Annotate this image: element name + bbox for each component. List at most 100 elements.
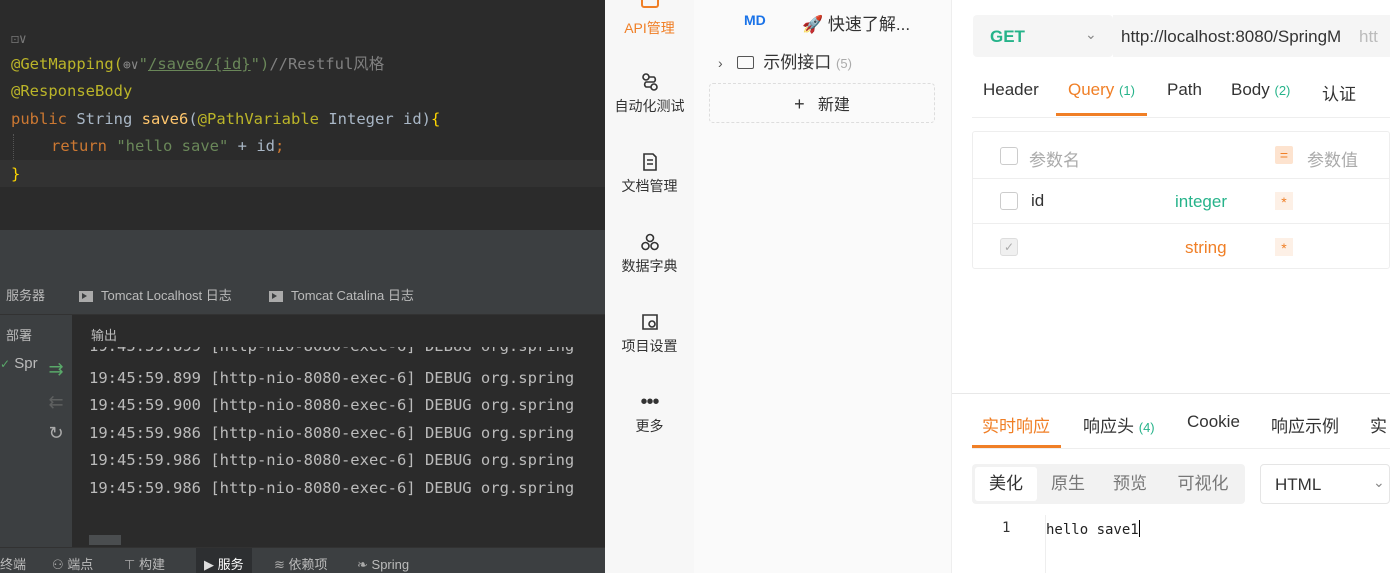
- indent-guide: [13, 134, 14, 160]
- param-checkbox[interactable]: [1000, 192, 1018, 210]
- api-tree-panel: MD 🚀 快速了解... › 示例接口 (5) + 新建: [694, 0, 952, 573]
- database-icon: [640, 233, 659, 251]
- param-row[interactable]: id integer *: [973, 179, 1390, 224]
- tool-window-bar: 终端 ⚇ 端点 ⊤ 构建 ▶ 服务 ≋ 依赖项 ❧ Spring: [0, 547, 605, 573]
- services-icon: ▶: [204, 557, 214, 572]
- query-params-table: 参数名 = 参数值 id integer * ✓ string *: [972, 131, 1390, 269]
- view-mode-switch: 美化 原生 预览 可视化: [972, 464, 1245, 504]
- view-visualize[interactable]: 可视化: [1161, 467, 1245, 501]
- current-line-highlight: [0, 160, 605, 187]
- folder-icon: [736, 56, 754, 69]
- globe-icon[interactable]: ⊕∨: [123, 58, 139, 73]
- console-output[interactable]: 19:45:59.899 [http-nio-8080-exec-6] DEBU…: [74, 347, 605, 547]
- active-tab-indicator: [1056, 113, 1147, 116]
- ide-window: ⚀∨ @GetMapping(⊕∨"/save6/{id}")//Restful…: [0, 0, 605, 573]
- tab-response-headers[interactable]: 响应头 (4): [1083, 412, 1155, 437]
- request-panel: GET ⌄ http://localhost:8080/SpringM htt …: [952, 0, 1390, 573]
- code-editor[interactable]: ⚀∨ @GetMapping(⊕∨"/save6/{id}")//Restful…: [0, 0, 605, 229]
- text-cursor: [1138, 520, 1141, 537]
- new-button[interactable]: + 新建: [709, 83, 935, 123]
- url-input[interactable]: http://localhost:8080/SpringM htt: [1113, 15, 1390, 57]
- services-tree: 部署 ✓ Spr ⇉ ⇇ ↻: [0, 315, 73, 547]
- line-number: 1: [1002, 520, 1011, 536]
- gutter-hint-icon: ⚀∨: [11, 32, 27, 47]
- tab-services[interactable]: ▶ 服务: [196, 548, 252, 573]
- document-icon: [642, 153, 657, 171]
- nav-doc-management[interactable]: 文档管理: [605, 152, 694, 196]
- tab-endpoints[interactable]: ⚇ 端点: [52, 548, 93, 573]
- nav-more[interactable]: ••• 更多: [605, 392, 694, 436]
- log-line: 19:45:59.900 [http-nio-8080-exec-6] DEBU…: [89, 396, 575, 414]
- spring-leaf-icon: ❧: [357, 557, 368, 572]
- plus-icon: +: [794, 94, 805, 114]
- api-icon: [641, 0, 659, 8]
- settings-icon: [641, 314, 658, 330]
- tab-terminal[interactable]: 终端: [0, 548, 26, 573]
- view-raw[interactable]: 原生: [1037, 467, 1099, 501]
- deploy-run-icon[interactable]: ⇉: [46, 359, 66, 379]
- tab-overflow[interactable]: 实: [1370, 412, 1387, 437]
- select-all-checkbox[interactable]: [1000, 147, 1018, 165]
- undeploy-icon[interactable]: ⇇: [46, 392, 66, 412]
- layers-icon: ≋: [274, 557, 285, 572]
- param-row[interactable]: ✓ string *: [973, 224, 1390, 269]
- tree-item-spring[interactable]: ✓ Spr: [0, 355, 38, 372]
- tree-item-quick-start[interactable]: 🚀 快速了解...: [802, 10, 910, 35]
- panel-splitter[interactable]: [0, 229, 605, 241]
- view-beautify[interactable]: 美化: [975, 467, 1037, 501]
- output-label: 输出: [91, 328, 118, 343]
- check-icon: ✓: [0, 357, 11, 371]
- flow-icon: [641, 73, 658, 91]
- log-file-icon: [269, 291, 283, 303]
- tab-header[interactable]: Header: [983, 80, 1039, 100]
- nav-data-dictionary[interactable]: 数据字典: [605, 232, 694, 276]
- apifox-sidebar: API管理 自动化测试 文档管理 数据字典 项目设置 ••• 更多: [605, 0, 694, 573]
- chevron-right-icon: ›: [718, 55, 723, 71]
- deploy-label: 部署: [6, 328, 33, 343]
- view-preview[interactable]: 预览: [1099, 467, 1161, 501]
- nav-project-settings[interactable]: 项目设置: [605, 312, 694, 356]
- tab-query[interactable]: Query (1): [1068, 80, 1135, 100]
- horizontal-scrollbar[interactable]: [89, 535, 121, 545]
- code-line-responsebody: @ResponseBody: [11, 82, 133, 100]
- tab-cookie[interactable]: Cookie: [1187, 412, 1240, 432]
- response-body[interactable]: hello save1: [1046, 520, 1141, 538]
- mapping-path-link[interactable]: /save6/{id}: [148, 55, 251, 73]
- tab-build[interactable]: ⊤ 构建: [124, 548, 165, 573]
- tab-tomcat-localhost-log[interactable]: Tomcat Localhost 日志: [79, 277, 232, 315]
- log-line: 19:45:59.899 [http-nio-8080-exec-6] DEBU…: [89, 369, 575, 387]
- method-select[interactable]: GET ⌄: [973, 15, 1113, 57]
- code-line-close-brace: }: [11, 165, 21, 183]
- tab-tomcat-catalina-log[interactable]: Tomcat Catalina 日志: [269, 277, 414, 315]
- tab-live-response[interactable]: 实时响应: [982, 412, 1050, 437]
- log-file-icon: [79, 291, 93, 303]
- tab-response-example[interactable]: 响应示例: [1271, 412, 1339, 437]
- services-tabbar: 服务器 Tomcat Localhost 日志 Tomcat Catalina …: [0, 277, 605, 315]
- log-line: 19:45:59.986 [http-nio-8080-exec-6] DEBU…: [89, 451, 575, 469]
- refresh-icon[interactable]: ↻: [46, 423, 66, 443]
- tree-folder-examples[interactable]: › 示例接口 (5): [718, 48, 852, 73]
- code-line-getmapping: @GetMapping(⊕∨"/save6/{id}")//Restful风格: [11, 55, 385, 73]
- hammer-icon: ⊤: [124, 557, 136, 572]
- nav-automation-testing[interactable]: 自动化测试: [605, 72, 694, 116]
- rocket-icon: 🚀: [802, 15, 824, 34]
- code-line-method-signature: public String save6(@PathVariable Intege…: [11, 110, 441, 128]
- log-line: 19:45:59.986 [http-nio-8080-exec-6] DEBU…: [89, 479, 575, 497]
- tab-path[interactable]: Path: [1167, 80, 1202, 100]
- services-toolbar: [0, 241, 605, 277]
- tab-body[interactable]: Body (2): [1231, 80, 1290, 100]
- tab-auth[interactable]: 认证: [1322, 80, 1356, 105]
- log-line: 19:45:59.986 [http-nio-8080-exec-6] DEBU…: [89, 424, 575, 442]
- more-dots-icon: •••: [640, 391, 659, 413]
- endpoints-icon: ⚇: [52, 557, 64, 572]
- format-select[interactable]: HTML ⌄: [1260, 464, 1390, 504]
- tab-spring[interactable]: ❧ Spring: [357, 548, 409, 573]
- chevron-down-icon: ⌄: [1085, 26, 1097, 42]
- tab-dependencies[interactable]: ≋ 依赖项: [274, 548, 328, 573]
- param-checkbox-checked[interactable]: ✓: [1000, 238, 1018, 256]
- chevron-down-icon: ⌄: [1373, 474, 1385, 490]
- md-badge: MD: [744, 12, 766, 28]
- code-line-return: return "hello save" + id;: [51, 137, 285, 155]
- log-line: 19:45:59.899 [http-nio-8080-exec-6] DEBU…: [89, 347, 574, 360]
- tab-server[interactable]: 服务器: [6, 277, 45, 315]
